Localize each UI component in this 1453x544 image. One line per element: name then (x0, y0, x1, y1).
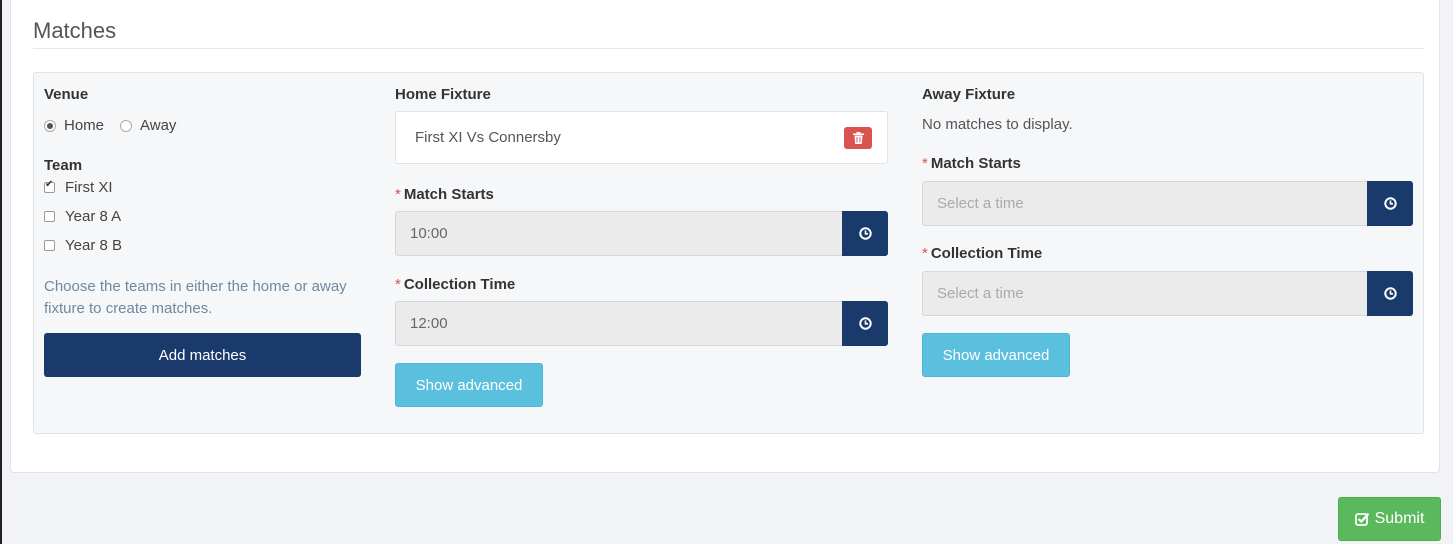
required-marker: * (922, 155, 928, 172)
venue-away-radio[interactable] (120, 119, 133, 132)
matches-panel: Matches Venue Home Away Team First XI (10, 0, 1440, 473)
required-marker: * (395, 276, 401, 293)
home-collection-time-label: * Collection Time (395, 276, 516, 293)
trash-icon (852, 132, 864, 144)
home-collection-time-clock-button[interactable] (842, 301, 888, 346)
delete-fixture-button[interactable] (844, 127, 872, 149)
clock-icon (1383, 287, 1397, 300)
required-marker: * (395, 186, 401, 203)
team-option-first-xi[interactable]: First XI (44, 179, 113, 196)
add-matches-button[interactable]: Add matches (44, 333, 361, 377)
home-show-advanced-button[interactable]: Show advanced (395, 363, 543, 407)
away-empty-text: No matches to display. (922, 116, 1073, 133)
venue-radio-group: Home Away (44, 117, 192, 134)
home-match-starts-input[interactable]: 10:00 (395, 211, 842, 256)
venue-away-label: Away (140, 117, 177, 134)
team-year-8b-label: Year 8 B (65, 237, 122, 254)
panel-title: Matches (33, 18, 117, 43)
venue-away-option[interactable]: Away (120, 117, 176, 134)
team-label: Team (44, 157, 83, 174)
submit-button[interactable]: Submit (1338, 497, 1441, 541)
venue-label: Venue (44, 86, 89, 103)
team-year-8a-checkbox[interactable] (44, 211, 55, 222)
away-collection-time-input[interactable]: Select a time (922, 271, 1367, 316)
venue-home-option[interactable]: Home (44, 117, 104, 134)
required-marker: * (922, 245, 928, 262)
away-match-starts-input[interactable]: Select a time (922, 181, 1367, 226)
away-match-starts-label: * Match Starts (922, 155, 1021, 172)
clock-icon (858, 227, 872, 240)
help-text: Choose the teams in either the home or a… (44, 278, 347, 317)
home-match-starts-label: * Match Starts (395, 186, 494, 203)
away-fixture-label: Away Fixture (922, 86, 1016, 103)
home-collection-time-input-group: 12:00 (395, 301, 888, 346)
team-year-8b-checkbox[interactable] (44, 240, 55, 251)
away-match-starts-input-group: Select a time (922, 181, 1413, 226)
home-fixture-item: First XI Vs Connersby (395, 111, 888, 164)
home-match-starts-input-group: 10:00 (395, 211, 888, 256)
clock-icon (858, 317, 872, 330)
home-fixture-label: Home Fixture (395, 86, 491, 103)
team-first-xi-label: First XI (65, 179, 113, 196)
home-fixture-name: First XI Vs Connersby (415, 129, 561, 146)
away-collection-time-label: * Collection Time (922, 245, 1043, 262)
team-option-year-8a[interactable]: Year 8 A (44, 208, 121, 225)
team-option-year-8b[interactable]: Year 8 B (44, 237, 122, 254)
team-first-xi-checkbox[interactable] (44, 179, 55, 193)
home-match-starts-clock-button[interactable] (842, 211, 888, 256)
away-collection-time-clock-button[interactable] (1367, 271, 1413, 316)
clock-icon (1383, 197, 1397, 210)
team-year-8a-label: Year 8 A (65, 208, 122, 225)
away-match-starts-clock-button[interactable] (1367, 181, 1413, 226)
away-collection-time-input-group: Select a time (922, 271, 1413, 316)
venue-home-label: Home (64, 117, 105, 134)
title-divider (33, 48, 1424, 49)
check-square-icon (1354, 513, 1369, 526)
venue-home-radio[interactable] (44, 119, 56, 132)
submit-label: Submit (1374, 510, 1425, 527)
match-form-well: Venue Home Away Team First XI Year 8 A (33, 72, 1424, 434)
away-show-advanced-button[interactable]: Show advanced (922, 333, 1070, 377)
home-collection-time-input[interactable]: 12:00 (395, 301, 842, 346)
